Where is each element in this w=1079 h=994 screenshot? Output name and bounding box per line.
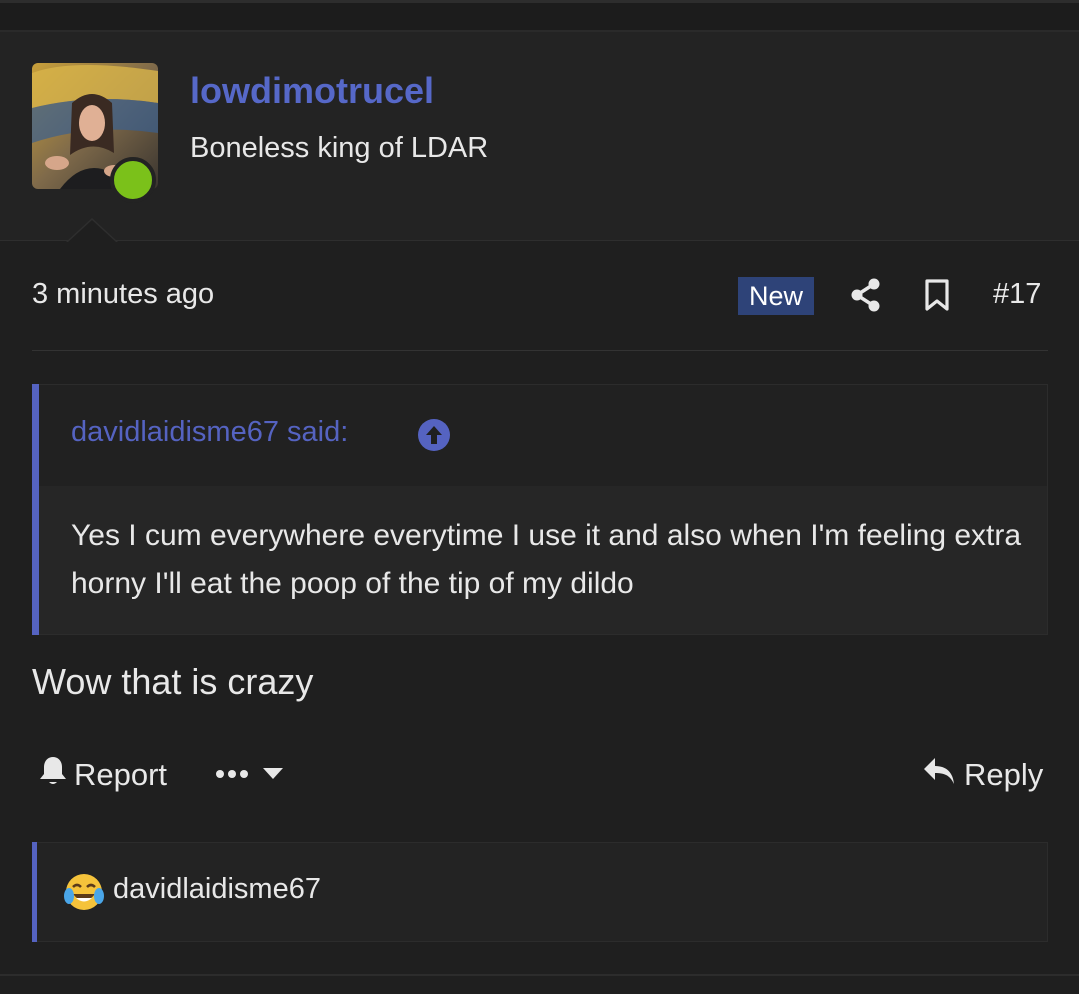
quote-text: Yes I cum everywhere everytime I use it …: [71, 519, 1022, 600]
ellipsis-icon: [216, 766, 250, 784]
new-badge: New: [738, 277, 814, 315]
share-icon[interactable]: [850, 278, 882, 312]
face-with-tears-of-joy-icon: [64, 872, 104, 912]
more-options-menu[interactable]: [216, 760, 284, 790]
post-timestamp[interactable]: 3 minutes ago: [32, 278, 214, 311]
quote-author-link[interactable]: davidlaidisme67 said:: [71, 416, 348, 449]
caret-down-icon: [262, 766, 284, 785]
report-label: Report: [74, 757, 168, 792]
bookmark-icon[interactable]: [924, 278, 950, 312]
arrow-up-circle-icon[interactable]: [417, 418, 451, 452]
report-button[interactable]: Report: [38, 755, 167, 795]
reactions-accent-bar: [32, 842, 37, 942]
post-body: Wow that is crazy: [32, 661, 314, 702]
username-link[interactable]: lowdimotrucel: [190, 70, 434, 112]
bottom-divider: [0, 974, 1079, 976]
top-bar: [0, 0, 1079, 32]
reply-button[interactable]: Reply: [922, 755, 1043, 795]
post-divider: [32, 350, 1048, 351]
reaction-user-link[interactable]: davidlaidisme67: [113, 873, 321, 906]
post-number-link[interactable]: #17: [993, 278, 1041, 311]
post-user-header: [0, 32, 1079, 241]
reply-arrow-icon: [922, 756, 956, 794]
bell-icon: [38, 755, 68, 795]
quote-accent-bar: [32, 384, 39, 635]
online-status-indicator: [110, 157, 156, 203]
reply-label: Reply: [964, 757, 1044, 792]
top-divider: [0, 0, 1079, 3]
user-title: Boneless king of LDAR: [190, 132, 489, 164]
